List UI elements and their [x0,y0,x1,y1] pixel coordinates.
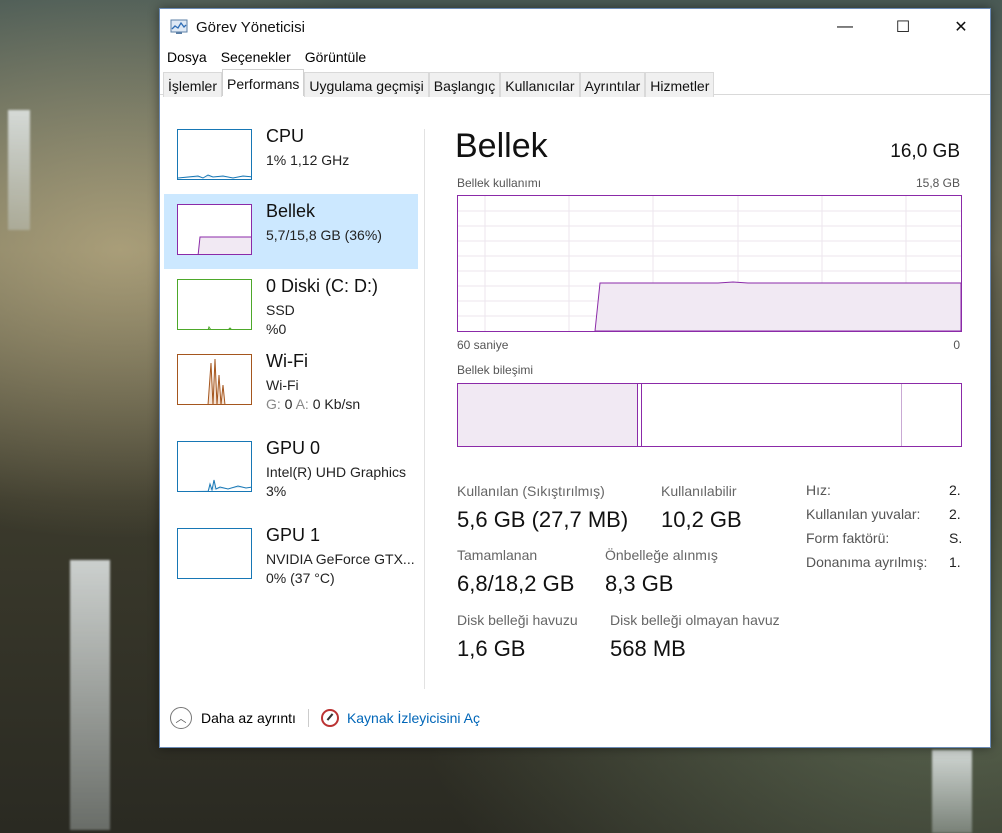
form-factor-value: S. [949,530,963,546]
sidebar-item-gpu1[interactable]: GPU 1 NVIDIA GeForce GTX... 0% (37 °C) [164,518,418,593]
chevron-up-icon[interactable]: ︿ [170,707,192,729]
menu-file[interactable]: Dosya [167,49,207,65]
committed-value: 6,8/18,2 GB [457,571,575,596]
composition-in-use [458,384,638,446]
sidebar-item-memory[interactable]: Bellek 5,7/15,8 GB (36%) [164,194,418,269]
tab-performance[interactable]: Performans [222,69,305,96]
tab-users[interactable]: Kullanıcılar [500,72,580,97]
memory-label: Bellek [266,201,316,221]
memory-mini-graph [177,204,252,255]
paged-pool-value: 1,6 GB [457,636,526,661]
memory-usage: 5,7/15,8 GB (36%) [266,227,382,243]
wifi-mini-graph-line [207,358,226,404]
gpu1-label: GPU 1 [266,525,321,545]
gpu0-mini-graph-line [193,479,251,491]
tab-strip: İşlemler Performans Uygulama geçmişi Baş… [160,69,990,97]
wallpaper-waterfall [932,750,972,833]
tab-app-history[interactable]: Uygulama geçmişi [304,72,429,97]
disk-type: SSD [266,302,295,318]
nonpaged-pool-value: 568 MB [610,636,686,661]
memory-usage-graph-svg [458,196,962,332]
tab-services[interactable]: Hizmetler [645,72,715,97]
tab-details[interactable]: Ayrıntılar [579,72,646,97]
menu-options[interactable]: Seçenekler [221,49,291,65]
cached-value: 8,3 GB [605,571,674,596]
gpu0-model: Intel(R) UHD Graphics [266,464,407,480]
footer-separator [307,709,309,727]
paged-pool-label: Disk belleği havuzu [457,612,578,628]
resource-monitor-icon [320,709,339,727]
maximize-button[interactable]: ☐ [874,9,932,45]
hardware-reserved-value: 1. [949,554,961,570]
memory-usage-label: Bellek kullanımı [457,176,542,190]
tab-startup[interactable]: Başlangıç [428,72,501,97]
memory-usage-graph [457,195,962,332]
fewer-details-button[interactable]: Daha az ayrıntı [201,710,296,726]
gpu0-mini-graph [177,441,252,492]
disk-mini-graph [177,279,252,330]
time-axis-right: 0 [953,338,960,352]
menu-view[interactable]: Görüntüle [305,49,366,65]
close-button[interactable]: ✕ [932,9,990,45]
memory-total: 16,0 GB [890,141,960,162]
wifi-label: Wi-Fi [266,351,308,371]
nonpaged-pool-label: Disk belleği olmayan havuz [610,612,780,628]
menu-bar: Dosya Seçenekler Görüntüle [160,45,990,69]
in-use-label: Kullanılan (Sıkıştırılmış) [457,483,605,499]
sidebar-item-gpu0[interactable]: GPU 0 Intel(R) UHD Graphics 3% [164,431,418,506]
time-axis-left: 60 saniye [457,338,509,352]
open-resource-monitor-link[interactable]: Kaynak İzleyicisini Aç [347,710,480,726]
page-title: Bellek [455,127,548,165]
memory-composition-label: Bellek bileşimi [457,363,534,377]
available-value: 10,2 GB [661,507,742,532]
hardware-reserved-label: Donanıma ayrılmış: [806,554,928,570]
wifi-adapter: Wi-Fi [266,377,299,393]
cpu-usage: 1% 1,12 GHz [266,152,350,168]
title-bar[interactable]: Görev Yöneticisi — ☐ ✕ [160,9,990,45]
sidebar-item-cpu[interactable]: CPU 1% 1,12 GHz [164,119,418,194]
tab-processes[interactable]: İşlemler [163,72,223,97]
composition-standby-boundary [901,384,902,446]
panel-divider [424,129,425,689]
task-manager-icon [170,19,188,34]
form-factor-label: Form faktörü: [806,530,890,546]
gpu1-model: NVIDIA GeForce GTX... [266,551,415,567]
wifi-throughput: G: 0 A: 0 Kb/sn [266,396,361,412]
memory-composition-bar [457,383,962,447]
minimize-button[interactable]: — [816,9,874,45]
task-manager-window: Görev Yöneticisi — ☐ ✕ Dosya Seçenekler … [159,8,991,748]
available-label: Kullanılabilir [661,483,737,499]
speed-label: Hız: [806,482,831,498]
disk-mini-graph-line [207,325,232,329]
disk-label: 0 Diski (C: D:) [266,276,378,296]
sidebar-item-wifi[interactable]: Wi-Fi Wi-Fi G: 0 A: 0 Kb/sn [164,344,418,419]
wifi-mini-graph [177,354,252,405]
cpu-label: CPU [266,126,305,146]
cached-label: Önbelleğe alınmış [605,547,718,563]
wallpaper-waterfall [8,110,30,230]
wallpaper-waterfall [70,560,110,830]
in-use-value: 5,6 GB (27,7 MB) [457,507,629,532]
cpu-mini-graph [177,129,252,180]
gpu1-mini-graph [177,528,252,579]
performance-sidebar: CPU 1% 1,12 GHz Bellek 5,7/15,8 GB (36%)… [164,119,418,593]
cpu-mini-graph-line [178,174,251,179]
window-title: Görev Yöneticisi [196,18,305,36]
memory-usage-max: 15,8 GB [915,176,960,190]
slots-used-value: 2. [949,506,961,522]
gpu0-label: GPU 0 [266,438,321,458]
footer-bar: ︿ Daha az ayrıntı Kaynak İzleyicisini Aç [170,707,480,729]
composition-divider [641,384,642,446]
gpu1-usage: 0% (37 °C) [266,570,335,586]
gpu0-usage: 3% [266,483,287,499]
disk-usage: %0 [266,321,287,337]
sidebar-item-disk[interactable]: 0 Diski (C: D:) SSD %0 [164,269,418,344]
committed-label: Tamamlanan [457,547,538,563]
slots-used-label: Kullanılan yuvalar: [806,506,921,522]
speed-value: 2. [949,482,961,498]
memory-mini-graph-area [197,236,251,254]
